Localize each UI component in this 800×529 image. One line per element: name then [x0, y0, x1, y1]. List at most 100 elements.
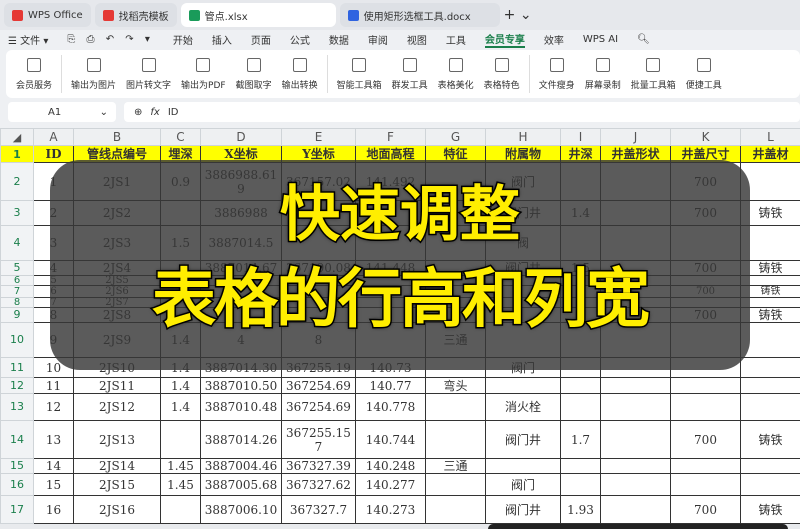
menu-8[interactable]: 会员专享: [484, 31, 525, 48]
cell[interactable]: 2JS14: [73, 458, 161, 474]
select-all-corner[interactable]: ◢: [0, 128, 34, 146]
ribbon-button-6[interactable]: 智能工具箱: [333, 57, 386, 91]
column-header[interactable]: B: [73, 128, 161, 146]
menu-2[interactable]: 页面: [251, 32, 271, 47]
cell[interactable]: 367254.69: [281, 377, 356, 394]
cell[interactable]: 11: [33, 377, 74, 394]
cell[interactable]: 2JS12: [73, 393, 161, 421]
cell[interactable]: [670, 377, 741, 394]
column-header[interactable]: K: [670, 128, 741, 146]
cell[interactable]: 阀门: [485, 473, 561, 496]
cell[interactable]: 弯头: [425, 377, 486, 394]
cell[interactable]: [160, 495, 201, 524]
ribbon-button-12[interactable]: 批量工具箱: [627, 57, 680, 91]
cell[interactable]: 阀门井: [485, 495, 561, 524]
row-number[interactable]: 15: [0, 458, 34, 474]
name-box[interactable]: A1 ⌄: [8, 102, 116, 122]
search-icon[interactable]: 🔍︎: [637, 34, 650, 45]
menu-1[interactable]: 插入: [212, 32, 232, 47]
cell[interactable]: [425, 393, 486, 421]
cell[interactable]: 1.4: [160, 393, 201, 421]
cell[interactable]: 700: [670, 495, 741, 524]
header-cell[interactable]: 井盖材: [740, 145, 800, 163]
cell[interactable]: [425, 473, 486, 496]
cell[interactable]: [600, 458, 671, 474]
cell[interactable]: [600, 420, 671, 459]
cell[interactable]: [485, 458, 561, 474]
cell[interactable]: 367254.69: [281, 393, 356, 421]
cell[interactable]: 2JS16: [73, 495, 161, 524]
column-header[interactable]: A: [33, 128, 74, 146]
cell[interactable]: 140.778: [355, 393, 426, 421]
ribbon-button-9[interactable]: 表格特色: [480, 57, 524, 91]
cell[interactable]: 3887010.48: [200, 393, 282, 421]
cell[interactable]: [560, 458, 601, 474]
cell[interactable]: 140.277: [355, 473, 426, 496]
cell[interactable]: 15: [33, 473, 74, 496]
tab-1[interactable]: 找稻壳模板: [94, 3, 177, 27]
cell[interactable]: 14: [33, 458, 74, 474]
cell[interactable]: [600, 377, 671, 394]
menu-0[interactable]: 开始: [173, 32, 193, 47]
cell[interactable]: 3887014.26: [200, 420, 282, 459]
cell[interactable]: [740, 377, 800, 394]
header-cell[interactable]: ID: [33, 145, 74, 163]
cell[interactable]: 12: [33, 393, 74, 421]
column-header[interactable]: C: [160, 128, 201, 146]
column-header[interactable]: G: [425, 128, 486, 146]
row-number[interactable]: 13: [0, 393, 34, 421]
row-number[interactable]: 14: [0, 420, 34, 459]
row-number[interactable]: 12: [0, 377, 34, 394]
cell[interactable]: 铸铁: [740, 420, 800, 459]
cell[interactable]: 367327.7: [281, 495, 356, 524]
cell[interactable]: 3887006.10: [200, 495, 282, 524]
cell[interactable]: [600, 393, 671, 421]
cell[interactable]: 铸铁: [740, 495, 800, 524]
cell[interactable]: 3887005.68: [200, 473, 282, 496]
cell[interactable]: 消火栓: [485, 393, 561, 421]
ribbon-button-7[interactable]: 群发工具: [388, 57, 432, 91]
row-number[interactable]: 17: [0, 495, 34, 524]
cell[interactable]: [560, 393, 601, 421]
cell[interactable]: 367327.62: [281, 473, 356, 496]
cell[interactable]: [670, 473, 741, 496]
cell[interactable]: 140.273: [355, 495, 426, 524]
cell[interactable]: [485, 377, 561, 394]
cell[interactable]: 2JS15: [73, 473, 161, 496]
cell[interactable]: [670, 393, 741, 421]
cell[interactable]: 三通: [425, 458, 486, 474]
wps-ai-button[interactable]: WPS AI: [583, 34, 618, 45]
ribbon-button-3[interactable]: 输出为PDF: [177, 57, 230, 91]
formula-input[interactable]: ⊕ fx ID: [124, 102, 800, 122]
cell[interactable]: 1.4: [160, 377, 201, 394]
cell[interactable]: [560, 473, 601, 496]
cell[interactable]: 2JS13: [73, 420, 161, 459]
ribbon-button-4[interactable]: 截图取字: [232, 57, 276, 91]
column-header[interactable]: J: [600, 128, 671, 146]
row-number[interactable]: 11: [0, 357, 34, 378]
row-number[interactable]: 16: [0, 473, 34, 496]
cell[interactable]: [670, 458, 741, 474]
cell[interactable]: 16: [33, 495, 74, 524]
column-header[interactable]: L: [740, 128, 800, 146]
cell[interactable]: [740, 458, 800, 474]
ribbon-button-2[interactable]: 图片转文字: [122, 57, 175, 91]
cell[interactable]: 3887010.50: [200, 377, 282, 394]
cell[interactable]: 140.77: [355, 377, 426, 394]
cell[interactable]: [560, 377, 601, 394]
cell[interactable]: 2JS11: [73, 377, 161, 394]
cell[interactable]: 3887004.46: [200, 458, 282, 474]
column-header[interactable]: E: [281, 128, 356, 146]
cell[interactable]: 700: [670, 420, 741, 459]
cell[interactable]: [600, 473, 671, 496]
file-menu[interactable]: ☰ 文件 ▾: [8, 32, 48, 47]
tab-0[interactable]: WPS Office: [4, 3, 91, 27]
cell[interactable]: [160, 420, 201, 459]
column-header[interactable]: F: [355, 128, 426, 146]
cell[interactable]: 140.744: [355, 420, 426, 459]
menu-9[interactable]: 效率: [544, 32, 564, 47]
cell[interactable]: [600, 495, 671, 524]
cell[interactable]: 140.248: [355, 458, 426, 474]
cell[interactable]: 阀门井: [485, 420, 561, 459]
cell[interactable]: [425, 495, 486, 524]
